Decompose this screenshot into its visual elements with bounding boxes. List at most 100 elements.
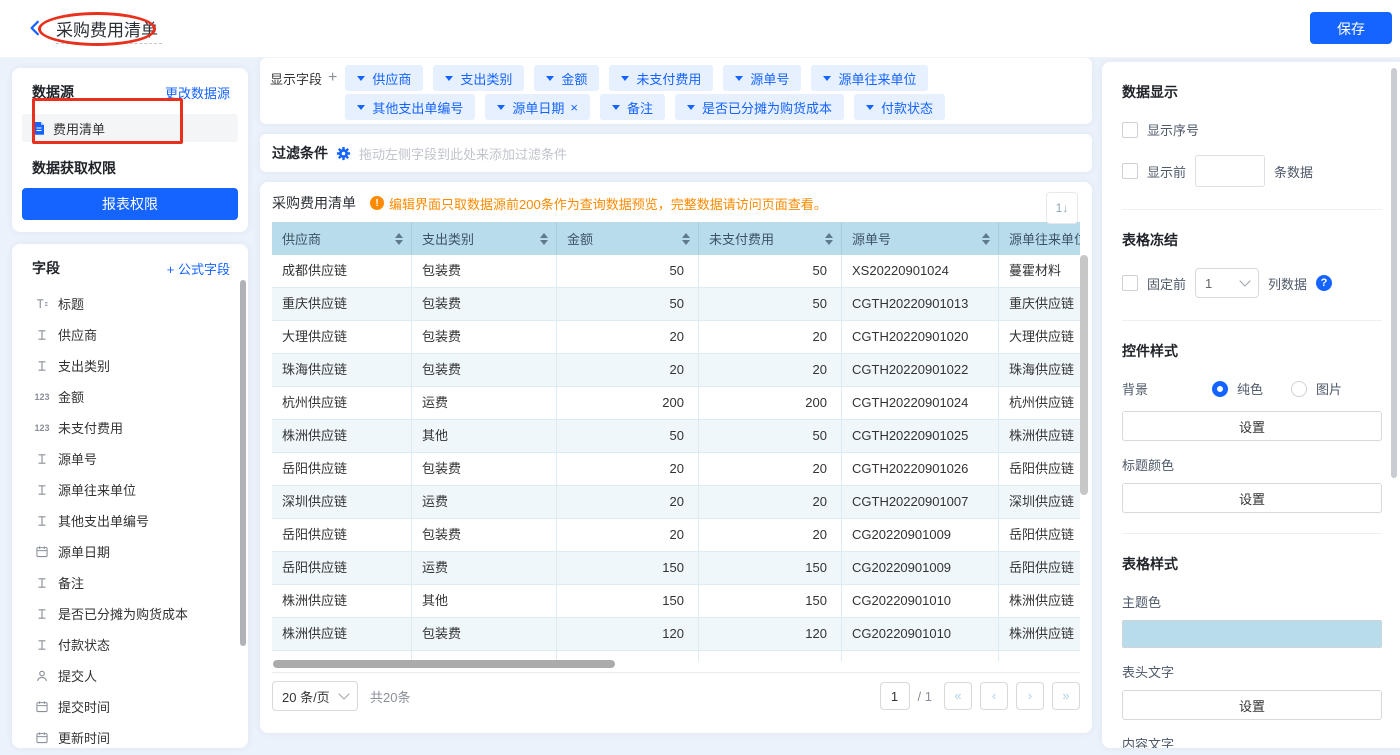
- field-item[interactable]: 源单往来单位: [12, 474, 248, 505]
- show-first-input[interactable]: [1195, 155, 1265, 187]
- page-number-input[interactable]: [880, 682, 910, 710]
- table-row[interactable]: 珠海供应链包装费2020CGTH20220901022珠海供应链: [272, 354, 1080, 387]
- display-field-chip[interactable]: 源单号: [723, 65, 801, 91]
- column-header-label: 源单号: [852, 229, 891, 248]
- field-item[interactable]: 提交时间: [12, 691, 248, 722]
- column-header[interactable]: 未支付费用: [699, 222, 842, 255]
- display-field-chip-row: 供应商支出类别金额未支付费用源单号源单往来单位: [345, 65, 945, 91]
- text-icon: [34, 606, 50, 622]
- fields-vertical-scrollbar[interactable]: [240, 280, 246, 646]
- report-permission-button[interactable]: 报表权限: [22, 188, 238, 220]
- display-field-chip[interactable]: 金额: [534, 65, 599, 91]
- column-header[interactable]: 金额: [557, 222, 699, 255]
- table-row[interactable]: 岳阳供应链包装费2020CGTH20220901026岳阳供应链: [272, 453, 1080, 486]
- pagination-bar: 20 条/页 共20条 / 1 «‹›»: [272, 672, 1080, 719]
- sort-toggle-icon[interactable]: [825, 233, 833, 245]
- sort-order-icon[interactable]: 1↓: [1046, 192, 1078, 224]
- table-cell: 50: [699, 255, 842, 288]
- column-header[interactable]: 源单往来单位: [999, 222, 1080, 255]
- chevron-down-icon: [687, 105, 695, 110]
- first-page-button[interactable]: «: [944, 682, 972, 710]
- close-icon[interactable]: ×: [570, 100, 578, 115]
- change-datasource-link[interactable]: 更改数据源: [165, 83, 230, 102]
- settings-vertical-scrollbar[interactable]: [1391, 68, 1397, 478]
- image-radio[interactable]: [1291, 381, 1307, 397]
- table-horizontal-scrollbar[interactable]: [273, 660, 615, 668]
- sort-toggle-icon[interactable]: [395, 233, 403, 245]
- table-row[interactable]: 株洲供应链其他5050CGTH20220901025株洲供应链: [272, 420, 1080, 453]
- field-item[interactable]: 付款状态: [12, 629, 248, 660]
- background-set-button[interactable]: 设置: [1122, 411, 1382, 441]
- sort-toggle-icon[interactable]: [682, 233, 690, 245]
- page-title[interactable]: 采购费用清单: [56, 16, 158, 41]
- table-row[interactable]: 岳阳供应链包装费2020CG20220901009岳阳供应链: [272, 519, 1080, 552]
- display-field-chip[interactable]: 源单日期×: [485, 94, 590, 120]
- title-color-label: 标题颜色: [1122, 455, 1382, 474]
- table-row[interactable]: 成都供应链包装费5050XS20220901024蔓霍材料: [272, 255, 1080, 288]
- datasource-item[interactable]: 费用清单: [22, 114, 238, 142]
- freeze-checkbox[interactable]: [1122, 275, 1138, 291]
- field-item[interactable]: 标题: [12, 288, 248, 319]
- table-row[interactable]: 深圳供应链运费2020CGTH20220901007深圳供应链: [272, 486, 1080, 519]
- display-field-chip[interactable]: 源单往来单位: [811, 65, 928, 91]
- table-cell: 运费: [412, 486, 557, 519]
- table-cell: 包装费: [412, 255, 557, 288]
- table-row[interactable]: 岳阳供应链运费150150CG20220901009岳阳供应链: [272, 552, 1080, 585]
- table-row[interactable]: 大理供应链包装费2020CGTH20220901020大理供应链: [272, 321, 1080, 354]
- filter-bar[interactable]: 过滤条件 拖动左侧字段到此处来添加过滤条件: [260, 134, 1092, 172]
- field-item[interactable]: 其他支出单编号: [12, 505, 248, 536]
- column-header[interactable]: 源单号: [842, 222, 999, 255]
- help-icon[interactable]: ?: [1316, 275, 1332, 291]
- table-cell: 50: [557, 255, 699, 288]
- last-page-button[interactable]: »: [1052, 682, 1080, 710]
- field-item[interactable]: 提交人: [12, 660, 248, 691]
- datasource-panel-head: 数据源 更改数据源: [12, 68, 248, 102]
- column-header[interactable]: 供应商: [272, 222, 412, 255]
- freeze-count-select[interactable]: 1: [1195, 268, 1259, 298]
- solid-color-radio[interactable]: [1212, 381, 1228, 397]
- field-item[interactable]: 源单日期: [12, 536, 248, 567]
- page-size-select[interactable]: 20 条/页: [272, 681, 358, 711]
- prev-page-button[interactable]: ‹: [980, 682, 1008, 710]
- header-text-set-button[interactable]: 设置: [1122, 690, 1382, 720]
- save-button[interactable]: 保存: [1310, 12, 1392, 44]
- table-cell: 深圳供应链: [272, 486, 412, 519]
- display-field-chip[interactable]: 其他支出单编号: [345, 94, 475, 120]
- field-item[interactable]: 支出类别: [12, 350, 248, 381]
- table-row[interactable]: 重庆供应链包装费5050CGTH20220901013重庆供应链: [272, 288, 1080, 321]
- show-first-checkbox[interactable]: [1122, 163, 1138, 179]
- text-icon: [34, 637, 50, 653]
- field-item[interactable]: 123金额: [12, 381, 248, 412]
- sort-toggle-icon[interactable]: [540, 233, 548, 245]
- display-field-chip[interactable]: 付款状态: [854, 94, 945, 120]
- field-item[interactable]: 是否已分摊为购货成本: [12, 598, 248, 629]
- back-icon[interactable]: [26, 19, 44, 37]
- sort-toggle-icon[interactable]: [982, 233, 990, 245]
- field-item[interactable]: 123未支付费用: [12, 412, 248, 443]
- field-item[interactable]: 更新时间: [12, 722, 248, 748]
- display-field-chip[interactable]: 是否已分摊为购货成本: [675, 94, 844, 120]
- column-header[interactable]: 支出类别: [412, 222, 557, 255]
- show-index-checkbox[interactable]: [1122, 122, 1138, 138]
- table-row[interactable]: 杭州供应链运费200200CGTH20220901024杭州供应链: [272, 387, 1080, 420]
- gear-icon[interactable]: [336, 146, 351, 161]
- field-item[interactable]: 供应商: [12, 319, 248, 350]
- sort-desc-icon: [540, 240, 548, 245]
- display-field-chip[interactable]: 未支付费用: [609, 65, 713, 91]
- display-field-chip[interactable]: 支出类别: [433, 65, 524, 91]
- next-page-button[interactable]: ›: [1016, 682, 1044, 710]
- table-cell: 20: [699, 453, 842, 486]
- table-cell: 其他: [412, 585, 557, 618]
- title-color-set-button[interactable]: 设置: [1122, 483, 1382, 513]
- table-row[interactable]: 株洲供应链其他150150CG20220901010株洲供应链: [272, 585, 1080, 618]
- display-field-chip[interactable]: 备注: [600, 94, 665, 120]
- chevron-down-icon: [357, 76, 365, 81]
- theme-color-swatch[interactable]: [1122, 620, 1382, 648]
- display-field-chip[interactable]: 供应商: [345, 65, 423, 91]
- field-item[interactable]: 源单号: [12, 443, 248, 474]
- field-item[interactable]: 备注: [12, 567, 248, 598]
- add-formula-field-link[interactable]: + 公式字段: [167, 259, 230, 278]
- table-vertical-scrollbar[interactable]: [1080, 255, 1088, 495]
- table-row[interactable]: 株洲供应链包装费120120CG20220901010株洲供应链: [272, 618, 1080, 651]
- add-display-field-button[interactable]: +: [328, 69, 337, 87]
